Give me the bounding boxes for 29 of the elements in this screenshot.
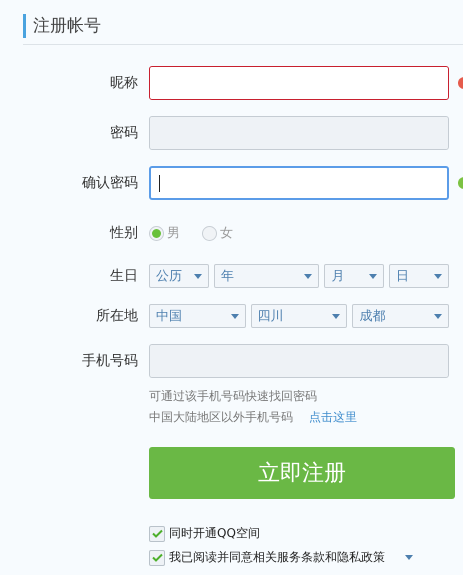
dropdown[interactable]: 中国 <box>149 304 246 328</box>
input-field[interactable] <box>149 166 449 200</box>
checkbox-label: 同时开通QQ空间 <box>169 525 260 542</box>
field-label: 密码 <box>109 124 138 142</box>
field-label: 确认密码 <box>81 174 138 192</box>
field-label: 昵称 <box>109 74 138 92</box>
dropdown[interactable]: 月 <box>324 264 384 288</box>
caret-icon[interactable] <box>405 555 413 560</box>
dropdown[interactable]: 公历 <box>149 264 209 288</box>
input-field[interactable] <box>149 66 449 100</box>
field-label: 性别 <box>108 224 138 242</box>
checkbox[interactable] <box>149 526 165 542</box>
dropdown[interactable]: 日 <box>389 264 449 288</box>
register-button[interactable]: 立即注册 <box>149 447 455 499</box>
field-label: 手机号码 <box>81 352 138 370</box>
checkbox[interactable] <box>149 550 165 566</box>
radio-option[interactable]: 男 <box>149 224 180 242</box>
text-cursor <box>159 175 160 192</box>
field-label: 生日 <box>109 267 138 285</box>
hint-text: 可通过该手机号码快速找回密码 <box>149 388 318 405</box>
radio-option[interactable]: 女 <box>202 224 233 242</box>
dropdown[interactable]: 成都 <box>352 304 450 328</box>
link[interactable]: 点击这里 <box>309 410 357 424</box>
section-title: 注册帐号 <box>23 14 101 38</box>
checkbox-label: 我已阅读并同意相关服务条款和隐私政策 <box>169 549 385 566</box>
dropdown[interactable]: 四川 <box>250 304 348 328</box>
dropdown[interactable]: 年 <box>214 264 320 288</box>
hint-text: 中国大陆地区以外手机号码 <box>149 410 293 424</box>
field-label: 所在地 <box>95 307 138 325</box>
